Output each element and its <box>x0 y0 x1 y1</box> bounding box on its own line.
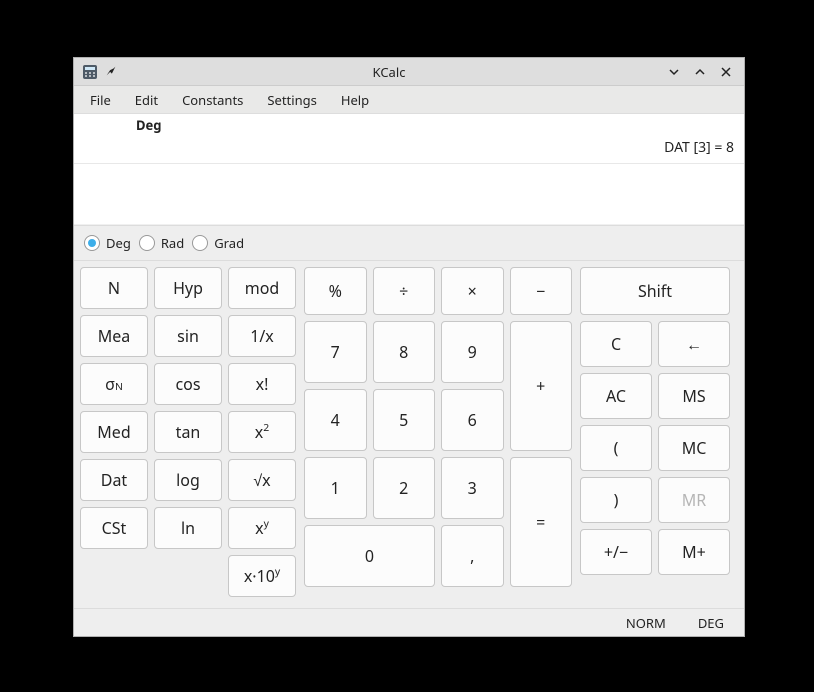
digit-7-button[interactable]: 7 <box>304 321 367 383</box>
memory-recall-button[interactable]: MR <box>658 477 730 523</box>
digit-3-button[interactable]: 3 <box>441 457 504 519</box>
digit-8-button[interactable]: 8 <box>373 321 436 383</box>
exp-button[interactable]: x·10y <box>228 555 296 597</box>
app-window: KCalc File Edit Constants Settings Help … <box>74 58 744 636</box>
display-input-area[interactable] <box>74 164 744 224</box>
dat-button[interactable]: Dat <box>80 459 148 501</box>
memory-pad: Shift C ← AC MS ( MC ) MR +/− M+ <box>580 267 730 602</box>
digit-1-button[interactable]: 1 <box>304 457 367 519</box>
cos-button[interactable]: cos <box>154 363 222 405</box>
median-button[interactable]: Med <box>80 411 148 453</box>
app-icon <box>82 64 98 80</box>
display-mode-line: Deg <box>74 114 744 134</box>
clear-button[interactable]: C <box>580 321 652 367</box>
radio-rad-label: Rad <box>161 234 184 252</box>
equals-button[interactable]: = <box>510 457 573 587</box>
digit-5-button[interactable]: 5 <box>373 389 436 451</box>
mod-button[interactable]: mod <box>228 267 296 309</box>
n-button[interactable]: N <box>80 267 148 309</box>
digit-4-button[interactable]: 4 <box>304 389 367 451</box>
status-deg: DEG <box>698 614 724 632</box>
menu-file[interactable]: File <box>80 87 121 113</box>
sigma-button[interactable]: σN <box>80 363 148 405</box>
scientific-pad: N Hyp mod Mea sin 1/x σN cos x! Med tan … <box>80 267 296 602</box>
radio-deg[interactable]: Deg <box>84 234 131 252</box>
numeric-pad: % ÷ × − 7 8 9 + 4 5 6 1 2 3 = 0 , <box>304 267 572 602</box>
log-button[interactable]: log <box>154 459 222 501</box>
digit-9-button[interactable]: 9 <box>441 321 504 383</box>
digit-2-button[interactable]: 2 <box>373 457 436 519</box>
memory-clear-button[interactable]: MC <box>658 425 730 471</box>
radio-rad[interactable]: Rad <box>139 234 184 252</box>
square-button[interactable]: x2 <box>228 411 296 453</box>
subtract-button[interactable]: − <box>510 267 573 315</box>
menu-edit[interactable]: Edit <box>125 87 168 113</box>
decimal-button[interactable]: , <box>441 525 504 587</box>
mean-button[interactable]: Mea <box>80 315 148 357</box>
shift-button[interactable]: Shift <box>580 267 730 315</box>
radio-grad-label: Grad <box>214 234 244 252</box>
menu-constants[interactable]: Constants <box>172 87 253 113</box>
memory-store-button[interactable]: MS <box>658 373 730 419</box>
display-result: DAT [3] = 8 <box>74 134 744 164</box>
add-button[interactable]: + <box>510 321 573 451</box>
percent-button[interactable]: % <box>304 267 367 315</box>
digit-6-button[interactable]: 6 <box>441 389 504 451</box>
radio-grad[interactable]: Grad <box>192 234 244 252</box>
cst-button[interactable]: CSt <box>80 507 148 549</box>
backspace-button[interactable]: ← <box>658 321 730 367</box>
menu-settings[interactable]: Settings <box>257 87 326 113</box>
close-button[interactable] <box>716 62 736 82</box>
negate-button[interactable]: +/− <box>580 529 652 575</box>
multiply-button[interactable]: × <box>441 267 504 315</box>
menu-help[interactable]: Help <box>331 87 379 113</box>
keypad: N Hyp mod Mea sin 1/x σN cos x! Med tan … <box>74 261 744 608</box>
memory-plus-button[interactable]: M+ <box>658 529 730 575</box>
reciprocal-button[interactable]: 1/x <box>228 315 296 357</box>
pin-icon[interactable] <box>104 64 120 80</box>
titlebar: KCalc <box>74 58 744 86</box>
hyp-button[interactable]: Hyp <box>154 267 222 309</box>
all-clear-button[interactable]: AC <box>580 373 652 419</box>
divide-button[interactable]: ÷ <box>373 267 436 315</box>
right-paren-button[interactable]: ) <box>580 477 652 523</box>
sin-button[interactable]: sin <box>154 315 222 357</box>
status-norm: NORM <box>626 614 666 632</box>
minimize-button[interactable] <box>664 62 684 82</box>
left-paren-button[interactable]: ( <box>580 425 652 471</box>
statusbar: NORM DEG <box>74 608 744 636</box>
angle-mode-row: Deg Rad Grad <box>74 225 744 261</box>
sqrt-button[interactable]: √x <box>228 459 296 501</box>
menubar: File Edit Constants Settings Help <box>74 86 744 114</box>
display: Deg DAT [3] = 8 <box>74 114 744 225</box>
window-title: KCalc <box>120 63 658 81</box>
tan-button[interactable]: tan <box>154 411 222 453</box>
maximize-button[interactable] <box>690 62 710 82</box>
ln-button[interactable]: ln <box>154 507 222 549</box>
factorial-button[interactable]: x! <box>228 363 296 405</box>
digit-0-button[interactable]: 0 <box>304 525 435 587</box>
radio-deg-label: Deg <box>106 234 131 252</box>
power-button[interactable]: xy <box>228 507 296 549</box>
